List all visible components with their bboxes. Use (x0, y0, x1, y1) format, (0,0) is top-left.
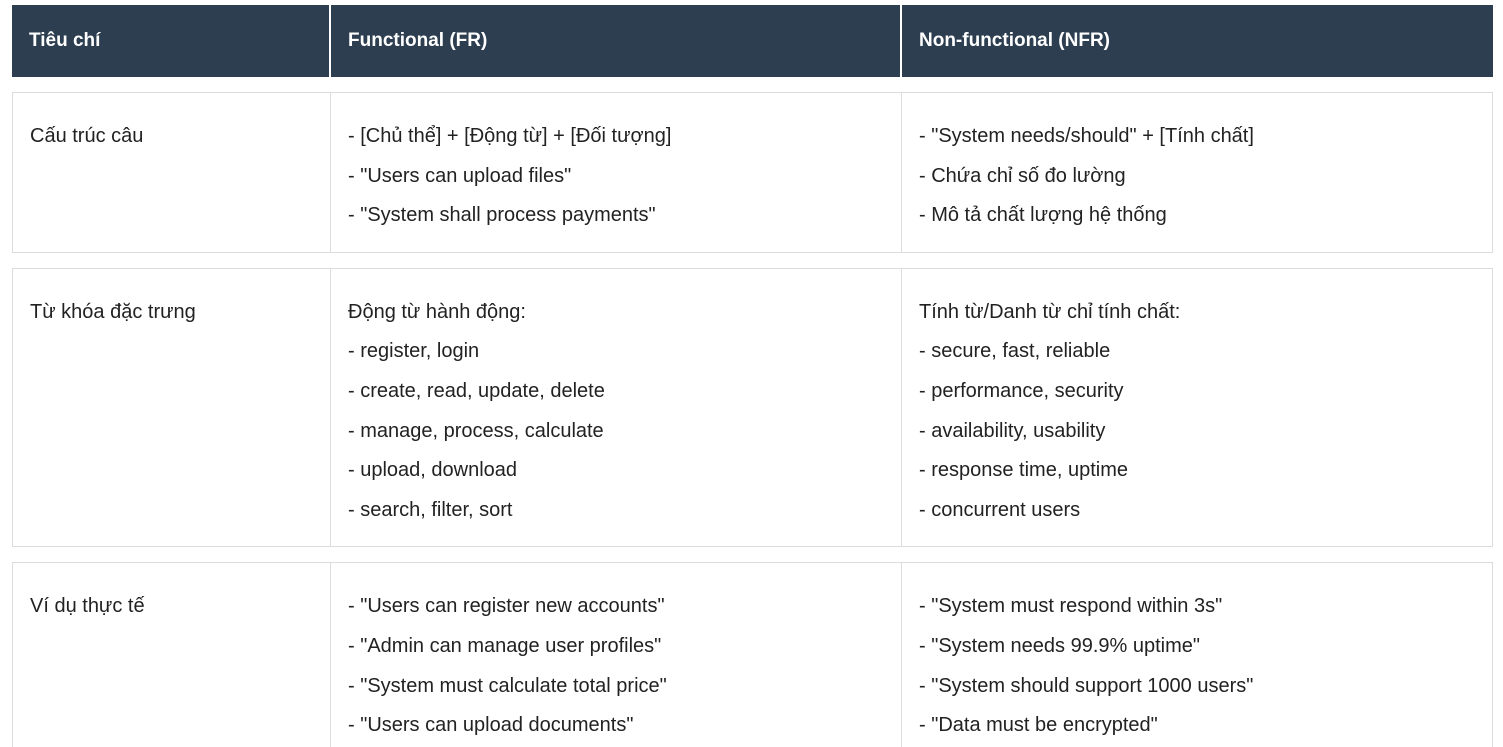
nfr-line: - Mô tả chất lượng hệ thống (919, 204, 1167, 227)
fr-cell: - "Users can register new accounts" - "A… (330, 563, 901, 747)
nfr-line: - "System should support 1000 users" (919, 674, 1254, 697)
nfr-line: - "Data must be encrypted" (919, 714, 1158, 737)
table-row-keywords: Từ khóa đặc trưng Động từ hành động: - r… (12, 267, 1493, 548)
nfr-line: - "System must respond within 3s" (919, 595, 1223, 618)
fr-line: - "Users can register new accounts" (348, 595, 665, 618)
fr-line: - "Users can upload files" (348, 164, 572, 187)
nfr-line: - secure, fast, reliable (919, 340, 1111, 363)
fr-line: - "System must calculate total price" (348, 674, 667, 697)
fr-line: - register, login (348, 340, 480, 363)
table-header-row: Tiêu chí Functional (FR) Non-functional … (12, 5, 1493, 77)
nfr-cell: - "System needs/should" + [Tính chất] - … (901, 93, 1492, 252)
nfr-line: - "System needs/should" + [Tính chất] (919, 125, 1254, 147)
nfr-cell: Tính từ/Danh từ chỉ tính chất: - secure,… (901, 268, 1492, 547)
criterion-label: Ví dụ thực tế (30, 595, 145, 618)
header-non-functional: Non-functional (NFR) (900, 5, 1493, 77)
comparison-table: Tiêu chí Functional (FR) Non-functional … (12, 5, 1493, 747)
nfr-line: - "System needs 99.9% uptime" (919, 634, 1200, 657)
fr-line: - "System shall process payments" (348, 204, 656, 227)
nfr-line: - Chứa chỉ số đo lường (919, 164, 1126, 187)
fr-line: - create, read, update, delete (348, 379, 605, 402)
header-criterion: Tiêu chí (29, 30, 101, 51)
criterion-cell: Cấu trúc câu (13, 93, 330, 252)
fr-line: Động từ hành động: (348, 300, 526, 323)
criterion-cell: Ví dụ thực tế (13, 563, 330, 747)
fr-cell: Động từ hành động: - register, login - c… (330, 268, 901, 547)
fr-line: - search, filter, sort (348, 498, 513, 521)
nfr-line: - performance, security (919, 379, 1124, 402)
nfr-cell: - "System must respond within 3s" - "Sys… (901, 563, 1492, 747)
fr-line: - "Users can upload documents" (348, 714, 634, 737)
header-functional: Functional (FR) (329, 5, 900, 77)
fr-cell: - [Chủ thể] + [Động từ] + [Đối tượng] - … (330, 93, 901, 252)
nfr-line: - response time, uptime (919, 459, 1128, 482)
criterion-cell: Từ khóa đặc trưng (13, 269, 330, 547)
fr-line: - upload, download (348, 459, 518, 482)
table-row-sentence-structure: Cấu trúc câu - [Chủ thể] + [Động từ] + [… (12, 92, 1493, 253)
nfr-line: - availability, usability (919, 419, 1106, 442)
criterion-label: Cấu trúc câu (30, 125, 144, 147)
fr-line: - [Chủ thể] + [Động từ] + [Đối tượng] (348, 125, 672, 147)
criterion-label: Từ khóa đặc trưng (30, 300, 196, 323)
fr-line: - "Admin can manage user profiles" (348, 634, 662, 657)
fr-line: - manage, process, calculate (348, 419, 604, 442)
table-row-examples: Ví dụ thực tế - "Users can register new … (12, 562, 1493, 747)
nfr-line: - concurrent users (919, 498, 1081, 521)
nfr-line: Tính từ/Danh từ chỉ tính chất: (919, 300, 1181, 323)
